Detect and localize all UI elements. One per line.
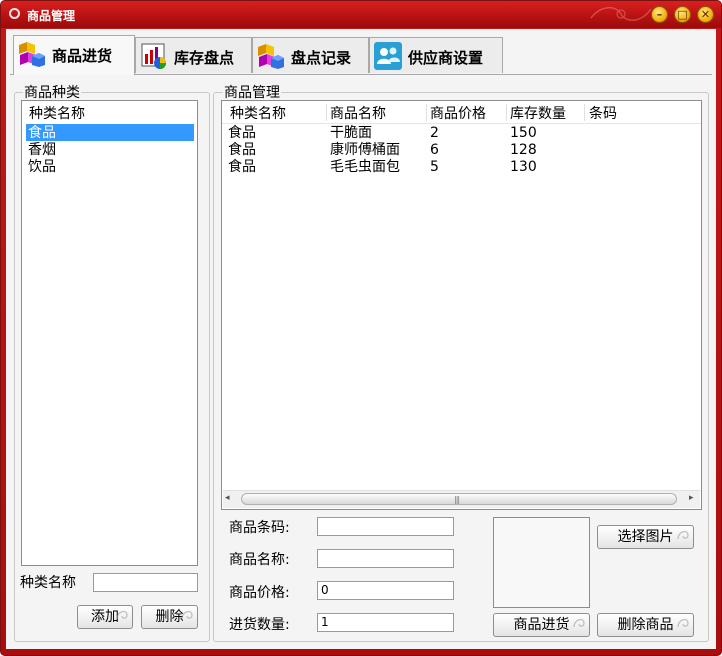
users-icon (374, 42, 402, 70)
table-cell: 食品 (228, 142, 256, 158)
maximize-icon: □ (677, 8, 688, 21)
maximize-button[interactable]: □ (674, 6, 691, 23)
scroll-right-icon[interactable]: ▸ (689, 493, 694, 503)
column-header[interactable]: 商品价格 (430, 106, 486, 122)
price-input[interactable]: 0 (317, 581, 454, 600)
tab-label: 商品进货 (52, 47, 113, 65)
close-icon: ✕ (700, 8, 711, 21)
list-item[interactable]: 香烟 (28, 142, 56, 158)
curl-ornament-icon (677, 530, 689, 540)
tab-inventory[interactable]: 库存盘点 (135, 37, 252, 73)
tab-purchase[interactable]: 商品进货 (13, 35, 135, 75)
column-divider (326, 104, 327, 121)
client-area: 商品进货 库存盘点 盘点记录 供应商设置 商品种类 种类名称 食品 香烟 饮品 … (6, 29, 716, 649)
title-bar[interactable]: 商品管理 – □ ✕ (1, 1, 721, 28)
tab-records[interactable]: 盘点记录 (252, 37, 369, 73)
quantity-input[interactable]: 1 (317, 613, 454, 632)
table-cell: 150 (510, 125, 537, 141)
product-name-input[interactable] (317, 549, 454, 568)
list-item[interactable]: 食品 (28, 125, 56, 141)
table-cell: 干脆面 (330, 125, 372, 141)
curl-ornament-icon (116, 610, 128, 620)
swirl-ornament-icon (590, 7, 652, 21)
main-window: 商品管理 – □ ✕ 商品进货 库存盘点 盘点记录 供应商设置 商品种类 种类名… (0, 0, 722, 656)
column-header[interactable]: 种类名称 (230, 106, 286, 122)
tab-suppliers[interactable]: 供应商设置 (369, 37, 503, 73)
scroll-thumb[interactable]: ||| (241, 493, 677, 505)
table-cell: 康师傅桶面 (330, 142, 400, 158)
category-name-input[interactable] (93, 573, 198, 592)
delete-product-button[interactable]: 删除商品 (597, 613, 694, 637)
category-column-header[interactable]: 种类名称 (29, 106, 85, 122)
category-list[interactable]: 种类名称 食品 香烟 饮品 (21, 100, 198, 566)
quantity-label: 进货数量: (229, 617, 290, 633)
grip-icon: ||| (454, 495, 460, 504)
choose-image-button[interactable]: 选择图片 (597, 525, 694, 549)
tab-label: 库存盘点 (174, 49, 235, 67)
tab-label: 盘点记录 (291, 49, 352, 67)
minimize-icon: – (656, 8, 663, 21)
column-header[interactable]: 库存数量 (510, 106, 566, 122)
table-cell: 6 (430, 142, 439, 158)
table-cell: 毛毛虫面包 (330, 159, 400, 175)
category-group-title: 商品种类 (23, 85, 81, 101)
column-divider (506, 104, 507, 121)
minimize-button[interactable]: – (651, 6, 668, 23)
barcode-input[interactable] (317, 517, 454, 536)
curl-ornament-icon (677, 618, 689, 628)
list-item[interactable]: 饮品 (28, 159, 56, 175)
curl-ornament-icon (181, 610, 193, 620)
chart-icon (141, 43, 166, 69)
tab-label: 供应商设置 (408, 49, 484, 67)
curl-ornament-icon (573, 618, 585, 628)
button-label: 删除商品 (617, 617, 674, 633)
cubes-icon (19, 42, 45, 67)
product-name-label: 商品名称: (229, 552, 290, 568)
column-header[interactable]: 条码 (589, 106, 617, 122)
cubes-icon (258, 44, 284, 69)
close-button[interactable]: ✕ (697, 6, 714, 23)
table-cell: 2 (430, 125, 439, 141)
app-icon (9, 8, 20, 19)
column-divider (584, 104, 585, 121)
window-title: 商品管理 (27, 9, 76, 23)
table-cell: 食品 (228, 125, 256, 141)
purchase-button[interactable]: 商品进货 (493, 613, 590, 637)
add-category-button[interactable]: 添加 (77, 605, 133, 629)
product-group-title: 商品管理 (223, 85, 281, 101)
button-label: 选择图片 (617, 529, 674, 545)
scroll-left-icon[interactable]: ◂ (225, 493, 230, 503)
button-label: 商品进货 (513, 617, 570, 633)
product-image-preview (493, 517, 590, 608)
delete-category-button[interactable]: 删除 (141, 605, 198, 629)
table-cell: 食品 (228, 159, 256, 175)
column-divider (426, 104, 427, 121)
barcode-label: 商品条码: (229, 520, 290, 536)
column-header[interactable]: 商品名称 (330, 106, 386, 122)
table-cell: 128 (510, 142, 537, 158)
table-cell: 5 (430, 159, 439, 175)
table-cell: 130 (510, 159, 537, 175)
price-label: 商品价格: (229, 585, 290, 601)
product-table[interactable]: 种类名称 商品名称 商品价格 库存数量 条码 食品 干脆面 2 150 食品 康… (221, 100, 702, 510)
category-name-label: 种类名称 (20, 575, 76, 591)
horizontal-scrollbar[interactable]: ◂ ||| ▸ (223, 490, 700, 508)
